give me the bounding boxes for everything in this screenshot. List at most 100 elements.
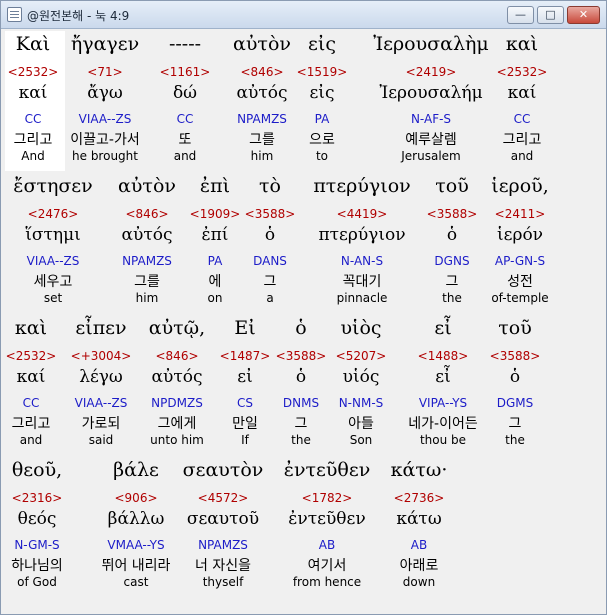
- greek-word[interactable]: Ἰερουσαλὴμ: [373, 33, 488, 55]
- parsing-code: DGNS: [434, 254, 470, 268]
- english-gloss: cast: [123, 575, 149, 589]
- parsing-code: PA: [207, 254, 223, 268]
- strong-number: <1488>: [417, 349, 469, 363]
- parsing-code: DGMS: [496, 396, 534, 410]
- korean-gloss: 세우고: [33, 274, 73, 290]
- greek-word[interactable]: ἐπὶ: [200, 175, 230, 197]
- lemma: θεός: [17, 509, 57, 529]
- parsing-code: PA: [314, 112, 330, 126]
- greek-word[interactable]: καὶ: [506, 33, 538, 55]
- lemma: Ἰερουσαλήμ: [379, 83, 483, 103]
- greek-word[interactable]: Καὶ: [16, 33, 50, 55]
- strong-number: <5207>: [335, 349, 387, 363]
- strong-number: <+3004>: [70, 349, 132, 363]
- english-gloss: him: [250, 149, 274, 163]
- lemma: σεαυτοῦ: [186, 509, 260, 529]
- lemma: υἱός: [342, 367, 380, 387]
- strong-number: <3588>: [275, 349, 327, 363]
- lemma: ἱερόν: [496, 225, 544, 245]
- interlinear-text-area[interactable]: Καὶ <2532> καί CC 그리고 And ἤγαγεν <71> ἄγω VIAA--Z…: [5, 31, 603, 611]
- parsing-code: AP-GN-S: [494, 254, 546, 268]
- strong-number: <2411>: [494, 207, 546, 221]
- lemma: πτερύγιον: [318, 225, 406, 245]
- greek-word[interactable]: υἱὸς: [340, 317, 381, 339]
- english-gloss: unto him: [150, 433, 204, 447]
- parsing-code: CS: [237, 396, 253, 410]
- parsing-code: CC: [22, 396, 40, 410]
- maximize-button[interactable]: □: [537, 6, 564, 24]
- title-bar[interactable]: @원전본해 - 눅 4:9 — □ ✕: [1, 1, 606, 29]
- greek-word[interactable]: εἶ: [434, 317, 451, 339]
- english-gloss: If: [241, 433, 249, 447]
- greek-word[interactable]: αὐτὸν: [118, 175, 176, 197]
- greek-word[interactable]: εἰς: [308, 33, 336, 55]
- greek-word[interactable]: ἱεροῦ,: [491, 175, 549, 197]
- lemma: κάτω: [396, 509, 442, 529]
- strong-number: <1519>: [296, 65, 348, 79]
- minimize-button[interactable]: —: [507, 6, 534, 24]
- lemma: εἰ: [237, 367, 253, 387]
- strong-number: <3588>: [244, 207, 296, 221]
- strong-number: <846>: [155, 349, 199, 363]
- greek-word[interactable]: θεοῦ,: [12, 459, 62, 481]
- greek-word[interactable]: βάλε: [113, 459, 159, 481]
- parsing-code: NPDMZS: [151, 396, 203, 410]
- greek-word[interactable]: αὐτῷ,: [149, 317, 205, 339]
- parsing-code: VIAA--ZS: [78, 112, 132, 126]
- greek-word[interactable]: καὶ: [15, 317, 47, 339]
- interlinear-window: @원전본해 - 눅 4:9 — □ ✕ Καὶ <2532> καί CC 그리고 And…: [0, 0, 607, 615]
- app-document-icon: [7, 7, 22, 22]
- greek-word[interactable]: σεαυτὸν: [183, 459, 264, 481]
- strong-number: <4572>: [197, 491, 249, 505]
- strong-number: <4419>: [336, 207, 388, 221]
- strong-number: <3588>: [489, 349, 541, 363]
- english-gloss: the: [291, 433, 311, 447]
- english-gloss: Son: [349, 433, 373, 447]
- close-button[interactable]: ✕: [567, 6, 600, 24]
- greek-word[interactable]: ἔστησεν: [13, 175, 92, 197]
- parsing-code: DNMS: [282, 396, 320, 410]
- english-gloss: said: [88, 433, 114, 447]
- greek-word[interactable]: κάτω·: [391, 459, 448, 481]
- parsing-code: AB: [410, 538, 428, 552]
- korean-gloss: 그: [294, 416, 308, 432]
- english-gloss: the: [442, 291, 462, 305]
- greek-word[interactable]: ἐντεῦθεν: [284, 459, 370, 481]
- greek-word[interactable]: τὸ: [259, 175, 281, 197]
- lemma: καί: [18, 83, 48, 103]
- english-gloss: he brought: [72, 149, 138, 163]
- greek-word[interactable]: τοῦ: [498, 317, 532, 339]
- lemma: ἵστημι: [25, 225, 81, 245]
- strong-number: <906>: [114, 491, 158, 505]
- english-gloss: and: [173, 149, 197, 163]
- greek-word[interactable]: εἶπεν: [75, 317, 126, 339]
- lemma: αὐτός: [151, 367, 203, 387]
- greek-word[interactable]: -----: [169, 33, 201, 55]
- korean-gloss: 네가-이어든: [408, 416, 478, 432]
- english-gloss: thyself: [202, 575, 244, 589]
- korean-gloss: 그리고: [502, 132, 542, 148]
- lemma: βάλλω: [107, 509, 165, 529]
- english-gloss: from hence: [292, 575, 362, 589]
- lemma: δώ: [172, 83, 198, 103]
- korean-gloss: 으로: [309, 132, 335, 148]
- strong-number: <2476>: [27, 207, 79, 221]
- korean-gloss: 그를: [249, 132, 275, 148]
- lemma: ὁ: [446, 225, 458, 245]
- parsing-code: VIAA--ZS: [74, 396, 128, 410]
- english-gloss: to: [315, 149, 329, 163]
- greek-word[interactable]: αὐτὸν: [233, 33, 291, 55]
- parsing-code: VIPA--YS: [418, 396, 468, 410]
- strong-number: <71>: [87, 65, 123, 79]
- greek-word[interactable]: τοῦ: [435, 175, 469, 197]
- greek-word[interactable]: ὁ: [295, 317, 306, 339]
- strong-number: <1487>: [219, 349, 271, 363]
- greek-word[interactable]: πτερύγιον: [313, 175, 410, 197]
- greek-word[interactable]: Εἰ: [234, 317, 255, 339]
- greek-word[interactable]: ἤγαγεν: [71, 33, 139, 55]
- lemma: εἰς: [309, 83, 335, 103]
- korean-gloss: 또: [178, 132, 192, 148]
- korean-gloss: 만일: [232, 416, 258, 432]
- parsing-code: N-GM-S: [14, 538, 60, 552]
- english-gloss: him: [135, 291, 159, 305]
